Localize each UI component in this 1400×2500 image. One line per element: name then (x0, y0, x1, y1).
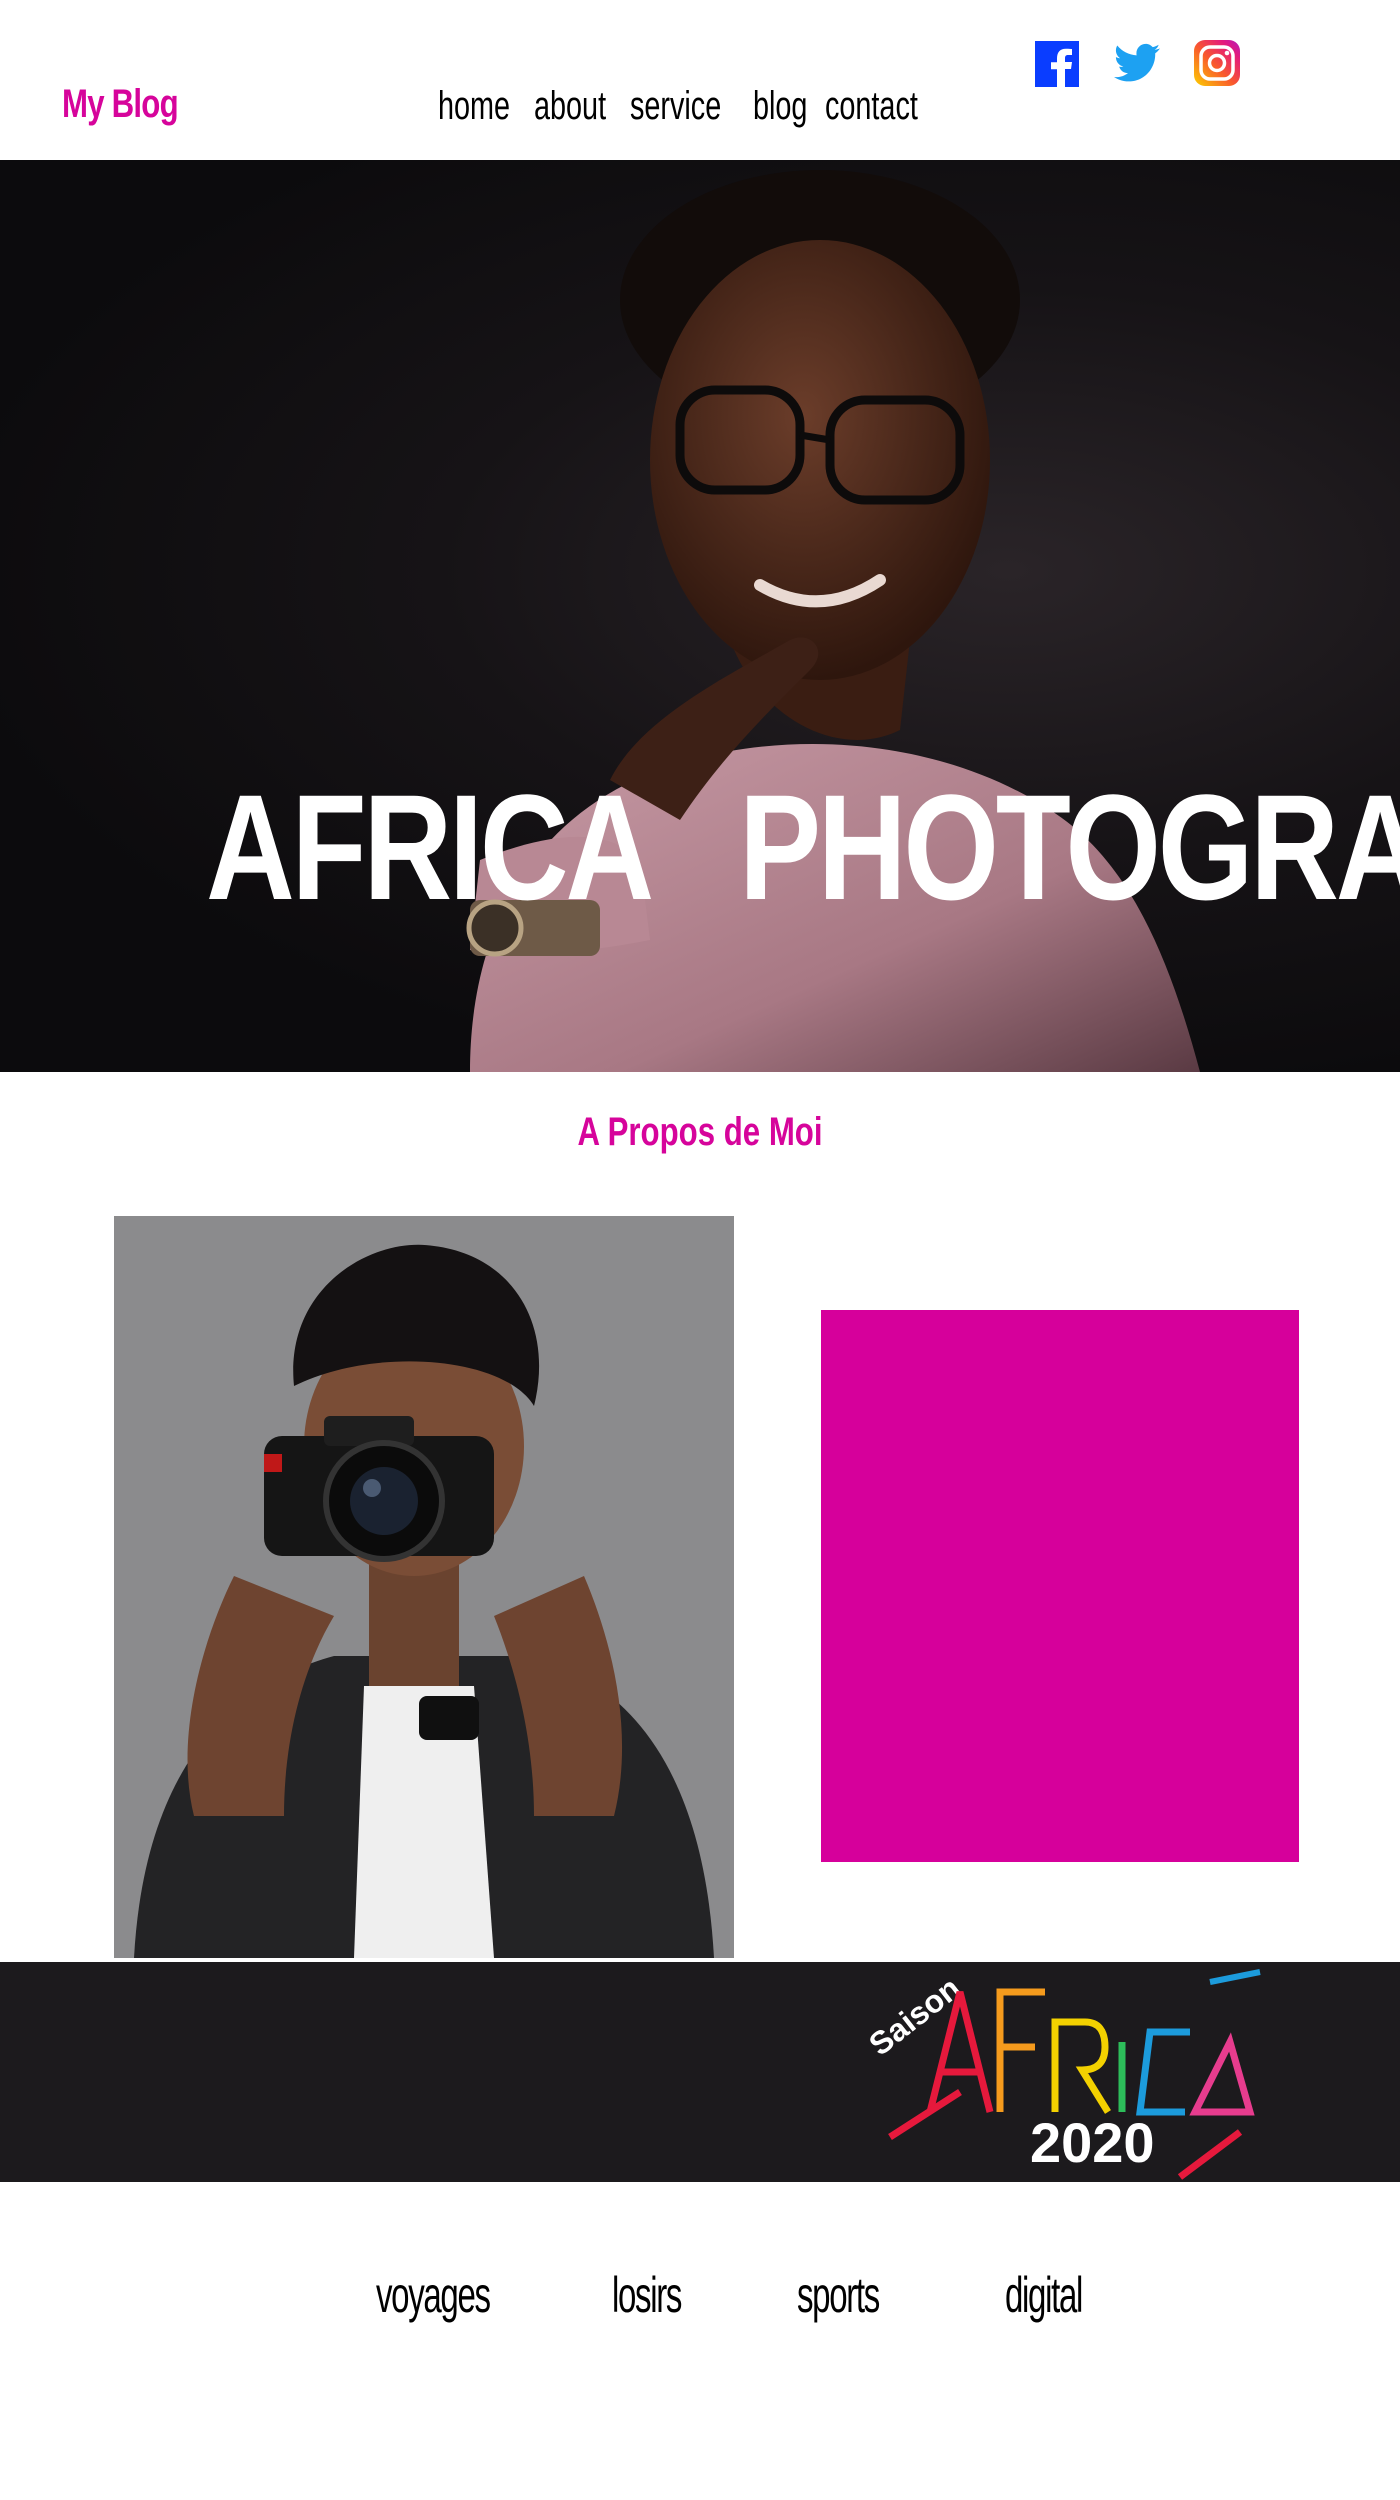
twitter-icon[interactable] (1114, 38, 1160, 88)
facebook-icon[interactable] (1034, 38, 1080, 88)
category-losirs[interactable]: losirs (612, 2270, 682, 2320)
woman-portrait-image (466, 170, 1200, 1072)
category-digital[interactable]: digital (1005, 2270, 1083, 2320)
main-nav: home about service blog contact (438, 86, 927, 126)
nav-blog[interactable]: blog (753, 86, 807, 126)
nav-contact[interactable]: contact (825, 86, 918, 126)
hero-banner: AFRICA PHOTOGRAPHIE (0, 160, 1400, 1072)
nav-about[interactable]: about (534, 86, 606, 126)
nav-service[interactable]: service (630, 86, 721, 126)
category-nav: voyages losirs sports digital (376, 2270, 1122, 2320)
photographer-image (114, 1216, 734, 1958)
nav-home[interactable]: home (438, 86, 510, 126)
category-sports[interactable]: sports (797, 2270, 880, 2320)
social-links (1034, 38, 1240, 88)
saison-africa-2020-logo: Saison 2020 (862, 1969, 1261, 2180)
hero-title: AFRICA PHOTOGRAPHIE (206, 763, 1400, 931)
site-logo[interactable]: My Blog (62, 84, 179, 124)
site-header: My Blog home about service blog contact (0, 0, 1400, 160)
about-text-box (821, 1310, 1299, 1862)
instagram-icon[interactable] (1194, 38, 1240, 88)
category-voyages[interactable]: voyages (376, 2270, 491, 2320)
svg-text:2020: 2020 (1030, 2111, 1155, 2174)
promo-banner: Saison 2020 (0, 1962, 1400, 2182)
about-title: A Propos de Moi (577, 1110, 823, 1154)
